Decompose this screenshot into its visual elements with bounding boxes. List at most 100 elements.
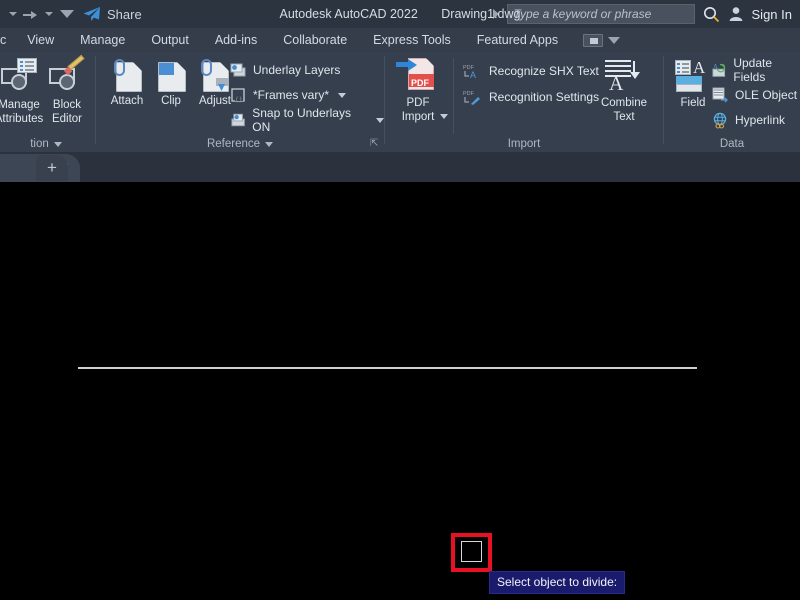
search-placeholder: Type a keyword or phrase [513,7,652,21]
workspace-icon [583,33,604,47]
ribbon-panel-reference: Attach Clip Adjust Underlay Layers () *… [96,52,384,152]
update-fields-icon: A [712,63,726,77]
recognize-shx-text-icon: PDF A [463,65,476,80]
svg-text:( ): ( ) [236,97,242,103]
autocad-window: Share Autodesk AutoCAD 2022 Drawing1.dwg… [0,0,800,600]
tab-collaborate[interactable]: Collaborate [270,28,360,52]
update-fields-label: Update Fields [733,56,773,84]
pdf-import-icon: PDF [396,58,440,96]
app-title: Autodesk AutoCAD 2022 [279,7,418,21]
recognition-settings-label: Recognition Settings [489,90,600,104]
panel-title-insertion-label: tion [30,138,49,150]
share-paper-plane-icon [83,7,100,21]
adjust-icon [198,59,232,94]
frames-vary-chevron-down-icon[interactable] [338,92,347,98]
svg-text:A: A [470,70,476,80]
tab-express-tools[interactable]: Express Tools [360,28,464,52]
tab-manage[interactable]: Manage [67,28,138,52]
tab-add-ins[interactable]: Add-ins [202,28,270,52]
ribbon-tab-bar: c View Manage Output Add-ins Collaborate… [0,28,800,52]
combine-text-icon: A [603,58,645,96]
snap-to-underlays-icon [231,113,245,127]
ole-object-button[interactable]: OLE Object [712,84,797,106]
block-editor-label: Block Editor [51,99,83,125]
combine-text-label: Combine Text [600,97,648,123]
tab-truncated[interactable]: c [0,28,14,52]
frames-vary-dropdown[interactable]: ( ) *Frames vary* [230,84,347,106]
field-icon: A [673,59,713,96]
customize-qat-icon[interactable] [58,3,76,25]
panel-title-data-label: Data [719,138,745,150]
ribbon-panel-data: A Field A Update Fields OLE Object Hyper… [664,52,800,152]
attach-label: Attach [110,95,144,107]
ole-object-label: OLE Object [735,88,798,102]
panel-title-data: Data [664,138,800,150]
share-label: Share [107,6,142,22]
panel-title-insertion[interactable]: tion [0,138,100,150]
ribbon-panel-import: PDF PDF Import PDF A Recognize SHX Text … [385,52,663,152]
tab-output[interactable]: Output [138,28,202,52]
file-tab-bar: ✕ + [0,152,800,182]
pdf-import-button[interactable]: PDF PDF Import [391,58,445,124]
ole-object-icon [712,87,728,102]
frames-vary-label: *Frames vary* [253,88,330,102]
quick-access-toolbar: Share [0,3,142,25]
underlay-layers-label: Underlay Layers [253,63,341,77]
adjust-label: Adjust [199,95,231,107]
drawing-canvas[interactable]: Select object to divide: [0,182,800,600]
update-fields-button[interactable]: A Update Fields [712,56,800,84]
drawn-line-object[interactable] [78,367,697,369]
pdf-import-label: PDF Import [401,97,435,123]
user-account-icon[interactable] [728,6,744,22]
search-icon[interactable] [703,6,720,23]
redo-icon[interactable] [22,3,40,25]
share-button[interactable]: Share [82,6,142,22]
combine-text-button[interactable]: A Combine Text [597,58,651,124]
panel-expand-icon[interactable] [53,141,62,147]
snap-to-underlays-label: Snap to Underlays ON [252,106,351,134]
snap-to-underlays-dropdown[interactable]: Snap to Underlays ON [230,106,384,134]
hyperlink-icon [713,112,727,129]
hyperlink-button[interactable]: Hyperlink [712,109,785,131]
crosshair-pickbox [461,541,482,562]
block-editor-button[interactable]: Block Editor [40,54,94,126]
snap-to-underlays-chevron-down-icon[interactable] [376,117,384,123]
recognize-shx-text-label: Recognize SHX Text [489,64,599,78]
qat-caret-1-icon[interactable] [4,3,22,25]
recognition-settings-icon: PDF [463,91,480,105]
hyperlink-label: Hyperlink [735,113,786,127]
import-inner-divider [453,58,454,134]
sign-in-button[interactable]: Sign In [752,7,792,22]
manage-attributes-label: Manage Attributes [0,99,44,125]
panel-title-reference-label: Reference [206,138,261,150]
ribbon: Manage Attributes Block Editor tion [0,52,800,152]
manage-attributes-icon [0,58,39,98]
infocenter-expand-icon[interactable] [492,9,499,19]
tab-featured-apps[interactable]: Featured Apps [464,28,571,52]
tab-view[interactable]: View [14,28,67,52]
search-input[interactable]: Type a keyword or phrase [506,4,695,24]
field-label: Field [680,97,706,109]
panel-title-import: Import [385,138,663,150]
recognize-shx-text-button[interactable]: PDF A Recognize SHX Text [463,60,599,82]
qat-caret-2-icon[interactable] [40,3,58,25]
panel-title-reference[interactable]: Reference [96,138,384,150]
dynamic-input-prompt: Select object to divide: [489,571,626,594]
clip-icon [154,60,188,94]
frames-icon: ( ) [231,88,245,103]
workspace-dropdown-icon[interactable] [608,36,621,44]
titlebar-right-group: Type a keyword or phrase Sign In [492,4,800,24]
underlay-layers-button[interactable]: Underlay Layers [230,59,340,81]
underlay-layers-icon [230,63,246,77]
reference-dialog-launcher[interactable]: ⇱ [370,139,380,149]
panel-title-import-label: Import [507,138,541,150]
title-bar: Share Autodesk AutoCAD 2022 Drawing1.dwg… [0,0,800,28]
block-editor-icon [47,54,87,98]
new-tab-button[interactable]: + [36,155,68,181]
attach-icon [110,59,144,94]
ribbon-panel-insertion: Manage Attributes Block Editor tion [0,52,100,152]
recognition-settings-button[interactable]: PDF Recognition Settings [463,86,599,108]
workspace-switch-button[interactable] [583,33,621,47]
pdf-import-chevron-down-icon[interactable] [440,114,448,119]
reference-panel-expand-icon[interactable] [265,141,274,147]
